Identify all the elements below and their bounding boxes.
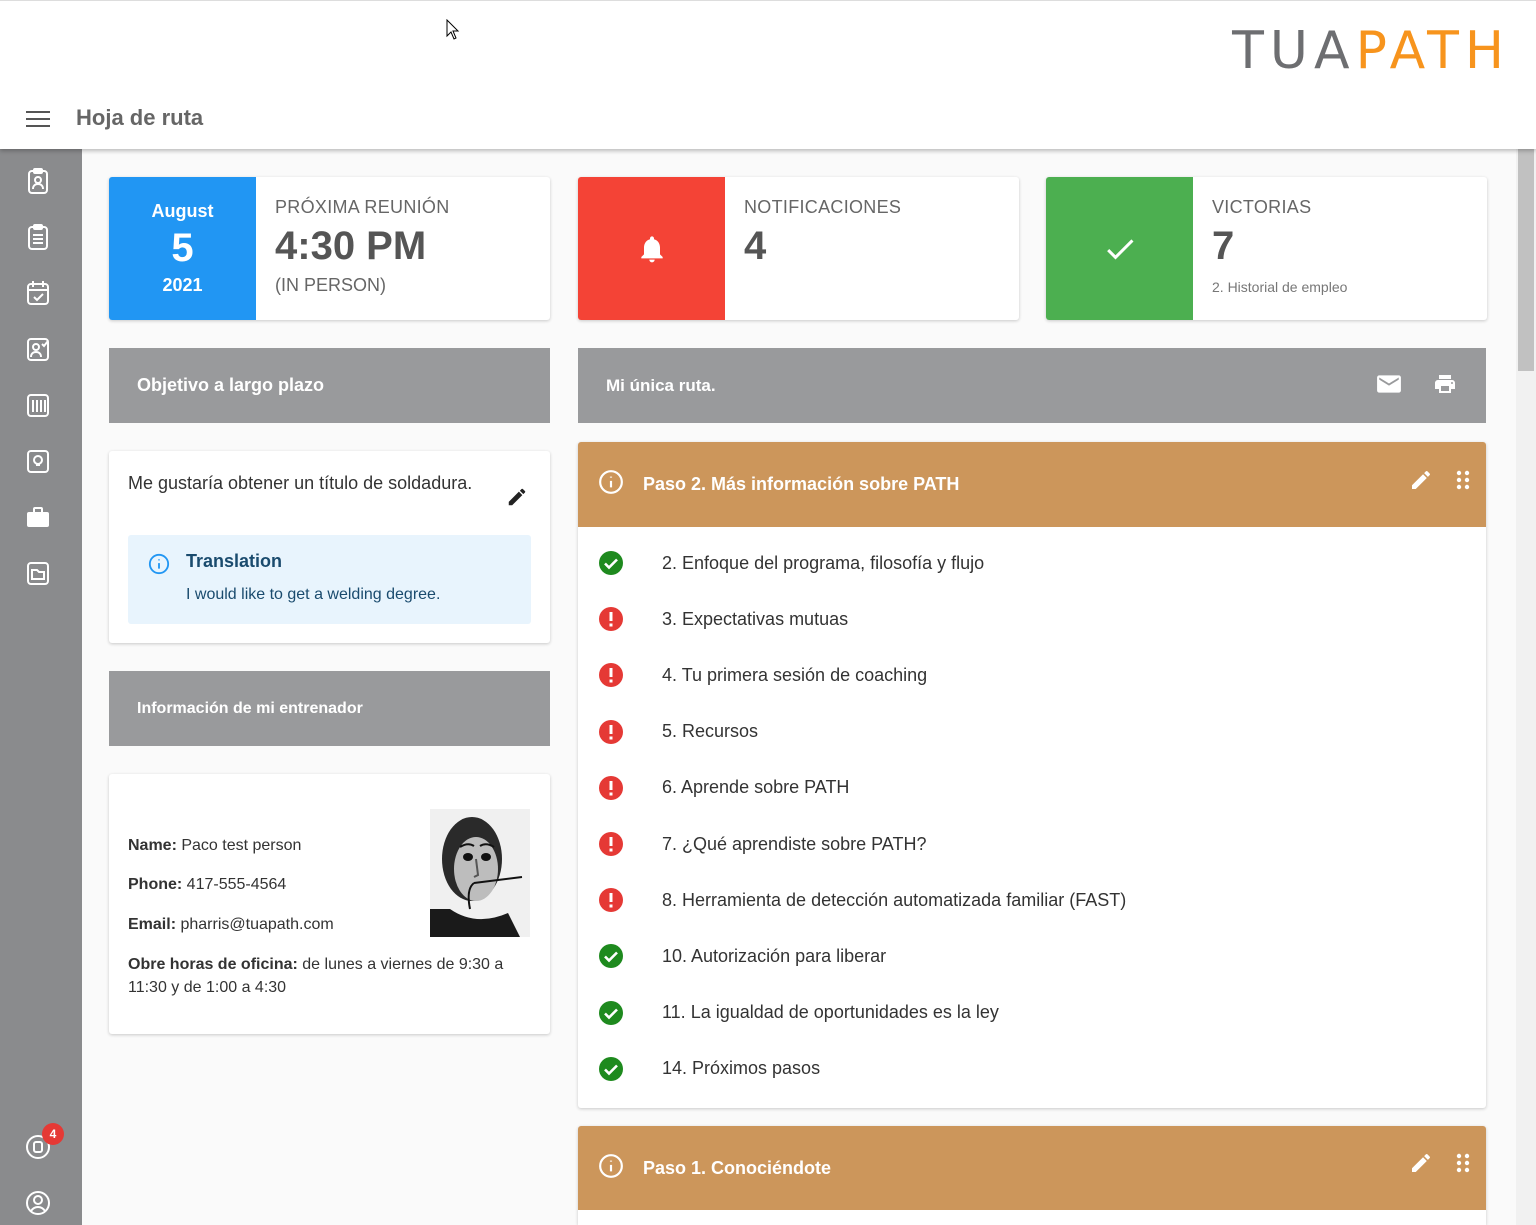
step-item-label: 11. La igualdad de oportunidades es la l… [662,1002,999,1023]
coach-photo [430,809,530,937]
edit-step-icon[interactable] [1409,1151,1433,1175]
step-1-card: Paso 1. Conociéndote [578,1126,1486,1225]
step-item-label: 6. Aprende sobre PATH [662,777,850,798]
step-item[interactable]: 7. ¿Qué aprendiste sobre PATH? [598,830,926,858]
bell-icon [640,235,663,262]
step-item[interactable]: 3. Expectativas mutuas [598,605,848,633]
clipboard-list-icon[interactable] [24,223,52,251]
coach-card: Name: Paco test person Phone: 417-555-45… [109,774,550,1034]
step-item[interactable]: 2. Enfoque del programa, filosofía y flu… [598,549,984,577]
goal-card: Me gustaría obtener un título de soldadu… [109,451,550,643]
mail-icon[interactable] [1376,373,1402,395]
step-item-label: 2. Enfoque del programa, filosofía y flu… [662,552,985,573]
meeting-label: PRÓXIMA REUNIÓN [275,197,450,217]
step-item-label: 4. Tu primera sesión de coaching [662,664,928,685]
check-circle-icon [599,944,623,969]
check-circle-icon [599,551,623,575]
coach-email: Email: pharris@tuapath.com [128,916,334,933]
victories-label: VICTORIAS [1212,197,1312,217]
notifications-badge: 4 [42,1123,64,1145]
next-meeting-card[interactable]: August 5 2021 PRÓXIMA REUNIÓN 4:30 PM (I… [109,177,550,320]
account-circle-icon[interactable] [24,1189,52,1217]
step-item[interactable]: 11. La igualdad de oportunidades es la l… [598,999,999,1027]
coach-phone: Phone: 417-555-4564 [128,876,287,893]
step-item-label: 8. Herramienta de detección automatizada… [662,889,1127,910]
meeting-year: 2021 [162,275,203,295]
step-item[interactable]: 4. Tu primera sesión de coaching [598,661,927,689]
step-2-header[interactable]: Paso 2. Más información sobre PATH [578,442,1486,527]
long-term-goal-header: Objetivo a largo plazo [109,348,550,423]
print-icon[interactable] [1432,372,1458,396]
alert-circle-icon [599,832,623,856]
step-item[interactable]: 6. Aprende sobre PATH [598,774,849,802]
hamburger-menu-icon[interactable] [26,111,50,129]
victories-sub: 2. Historial de empleo [1212,279,1348,295]
meeting-day: 5 [171,226,194,270]
check-circle-icon [599,1056,623,1081]
info-icon [148,553,170,575]
check-icon [1106,238,1133,259]
check-circle-icon [599,1000,623,1025]
step-item-label: 14. Próximos pasos [662,1058,821,1079]
info-icon [599,470,623,494]
victories-card[interactable]: VICTORIAS 7 2. Historial de empleo [1046,177,1487,320]
alert-circle-icon [599,888,623,913]
my-route-title: Mi única ruta. [606,375,716,395]
step-item[interactable]: 10. Autorización para liberar [598,942,886,970]
goal-text: Me gustaría obtener un título de soldadu… [128,473,473,493]
book-icon[interactable] [24,391,52,419]
step-1-header[interactable]: Paso 1. Conociéndote [578,1126,1486,1210]
translation-title: Translation [186,551,283,571]
step-item[interactable]: 14. Próximos pasos [598,1055,820,1083]
step-item-label: 5. Recursos [662,721,759,742]
page-title: Hoja de ruta [76,105,204,130]
scrollbar[interactable] [1516,149,1536,1225]
badge-clipboard-icon[interactable] [24,167,52,195]
meeting-time: 4:30 PM [275,224,427,268]
victories-icon-block [1046,177,1193,320]
step-item[interactable]: 8. Herramienta de detección automatizada… [598,886,1126,914]
folder-icon[interactable] [24,559,52,587]
calendar-check-icon[interactable] [24,279,52,307]
edit-goal-icon[interactable] [506,486,528,508]
notifications-icon-block [578,177,725,320]
edit-step-icon[interactable] [1409,468,1433,492]
coach-hours: Obre horas de oficina: de lunes a vierne… [128,956,504,996]
step-1-title: Paso 1. Conociéndote [643,1157,832,1178]
step-item-label: 7. ¿Qué aprendiste sobre PATH? [662,833,927,854]
meeting-month: August [151,201,214,221]
scroll-thumb[interactable] [1518,149,1534,371]
drag-handle-icon[interactable] [1456,469,1470,491]
top-header: TUAPATH Hoja de ruta [0,0,1536,149]
notifications-count: 4 [744,224,767,268]
alert-circle-icon [599,663,623,688]
meeting-mode: (IN PERSON) [275,275,387,295]
alert-circle-icon [599,775,623,800]
step-item-label: 3. Expectativas mutuas [662,608,849,629]
translation-box: Translation I would like to get a weldin… [128,535,531,624]
lightbulb-icon[interactable] [24,447,52,475]
my-route-header: Mi única ruta. [578,348,1486,423]
date-block: August 5 2021 [109,177,256,320]
mouse-cursor-icon [446,19,460,40]
briefcase-icon[interactable] [24,503,52,531]
step-2-title: Paso 2. Más información sobre PATH [643,474,960,494]
alert-circle-icon [599,719,623,744]
alert-circle-icon [599,607,623,632]
step-item[interactable]: 5. Recursos [598,718,758,746]
victories-count: 7 [1212,224,1235,268]
drag-handle-icon[interactable] [1456,1152,1470,1174]
info-icon [599,1154,623,1178]
person-check-icon[interactable] [24,335,52,363]
translation-text: I would like to get a welding degree. [186,586,441,603]
notifications-label: NOTIFICACIONES [744,197,902,217]
step-item-label: 10. Autorización para liberar [662,945,887,966]
step-2-card: Paso 2. Más información sobre PATH 2. En… [578,442,1486,1108]
tuapath-logo: TUAPATH [1232,21,1510,81]
sidebar [0,149,82,1225]
notifications-card[interactable]: NOTIFICACIONES 4 [578,177,1019,320]
coach-name: Name: Paco test person [128,837,302,854]
coach-info-header: Información de mi entrenador [109,671,550,746]
